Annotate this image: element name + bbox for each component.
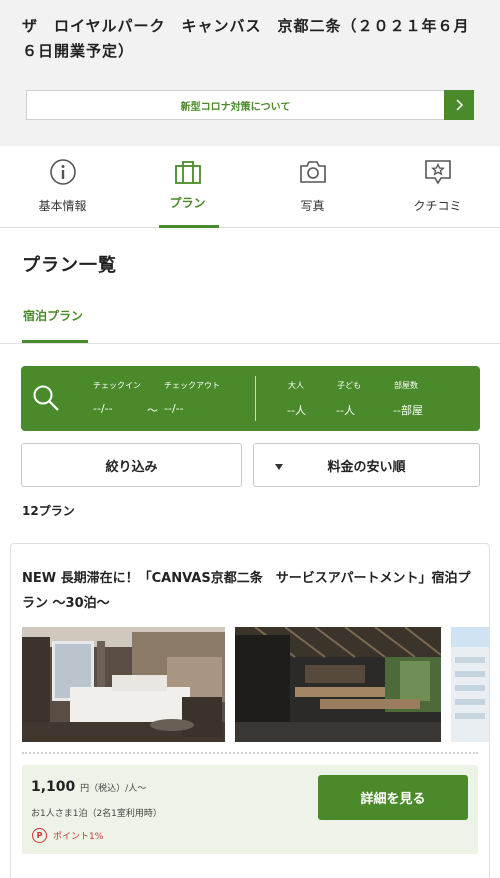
camera-icon	[298, 158, 328, 186]
checkout-value: --/--	[164, 402, 184, 415]
tab-label: プラン	[169, 196, 206, 210]
suitcase-icon	[173, 158, 203, 186]
points-icon: P	[32, 828, 47, 843]
rooms-label: 部屋数	[394, 381, 418, 390]
dotted-divider	[22, 752, 478, 754]
tab-photos[interactable]: 写真	[250, 146, 375, 227]
sort-select-label: 料金の安い順	[327, 459, 406, 475]
checkin-label: チェックイン	[93, 381, 141, 390]
tab-reviews[interactable]: クチコミ	[375, 146, 500, 227]
covid-notice-link[interactable]: 新型コロナ対策について	[26, 90, 474, 120]
plan-photo-exterior[interactable]	[451, 627, 489, 742]
search-divider	[255, 376, 256, 421]
divider	[0, 343, 500, 344]
date-range-tilde: ～	[147, 404, 158, 417]
plan-photo-bedroom[interactable]	[22, 627, 225, 742]
price: 1,100 円（税込）/人～	[31, 779, 146, 795]
price-value: 1,100	[31, 779, 76, 795]
active-tab-indicator	[159, 225, 219, 228]
chevron-right-icon	[444, 90, 474, 120]
children-label: 子ども	[337, 381, 361, 390]
plan-title[interactable]: NEW 長期滞在に！「CANVAS京都二条 サービスアパートメント」宿泊プラン …	[22, 566, 478, 616]
price-condition: お1人さま1泊（2名1室利用時）	[31, 809, 162, 819]
tab-label: 基本情報	[38, 199, 87, 213]
points-label: ポイント1%	[53, 832, 104, 842]
price-unit: 円（税込）/人～	[80, 784, 147, 794]
covid-notice-label: 新型コロナ対策について	[180, 101, 291, 113]
sort-select[interactable]: 料金の安い順	[253, 443, 480, 487]
adults-value: --人	[287, 404, 306, 417]
children-value: --人	[336, 404, 355, 417]
plan-count: 12プラン	[22, 504, 75, 518]
price-panel: 1,100 円（税込）/人～ お1人さま1泊（2名1室利用時） P ポイント1%…	[22, 765, 478, 854]
tab-stay-plans[interactable]: 宿泊プラン	[23, 307, 83, 324]
refine-button-label: 絞り込み	[105, 459, 158, 475]
checkout-label: チェックアウト	[164, 381, 220, 390]
view-details-label: 詳細を見る	[360, 792, 426, 807]
search-conditions-box[interactable]: チェックイン チェックアウト --/-- ～ --/-- 大人 子ども 部屋数 …	[21, 366, 480, 431]
tab-label: 写真	[300, 199, 325, 213]
plan-photo-lounge[interactable]	[235, 627, 441, 742]
plan-list-heading: プラン一覧	[22, 255, 117, 276]
checkin-value: --/--	[93, 402, 113, 415]
header-area: ザ ロイヤルパーク キャンバス 京都二条（２０２１年６月６日開業予定） 新型コロ…	[0, 0, 500, 146]
adults-label: 大人	[288, 381, 304, 390]
points-info: P ポイント1%	[32, 828, 103, 843]
info-icon	[48, 158, 78, 186]
plan-card: NEW 長期滞在に！「CANVAS京都二条 サービスアパートメント」宿泊プラン …	[10, 543, 490, 878]
search-icon	[31, 383, 61, 417]
hotel-tabs: 基本情報 プラン 写真 クチコミ	[0, 146, 500, 228]
caret-down-icon	[274, 460, 284, 475]
tab-basic-info[interactable]: 基本情報	[0, 146, 125, 227]
hotel-title: ザ ロイヤルパーク キャンバス 京都二条（２０２１年６月６日開業予定）	[22, 17, 470, 60]
tab-label: クチコミ	[413, 199, 462, 213]
refine-button[interactable]: 絞り込み	[21, 443, 242, 487]
view-details-button[interactable]: 詳細を見る	[318, 775, 468, 820]
tab-plans[interactable]: プラン	[125, 146, 250, 228]
review-star-icon	[423, 158, 453, 186]
rooms-value: --部屋	[393, 404, 423, 417]
